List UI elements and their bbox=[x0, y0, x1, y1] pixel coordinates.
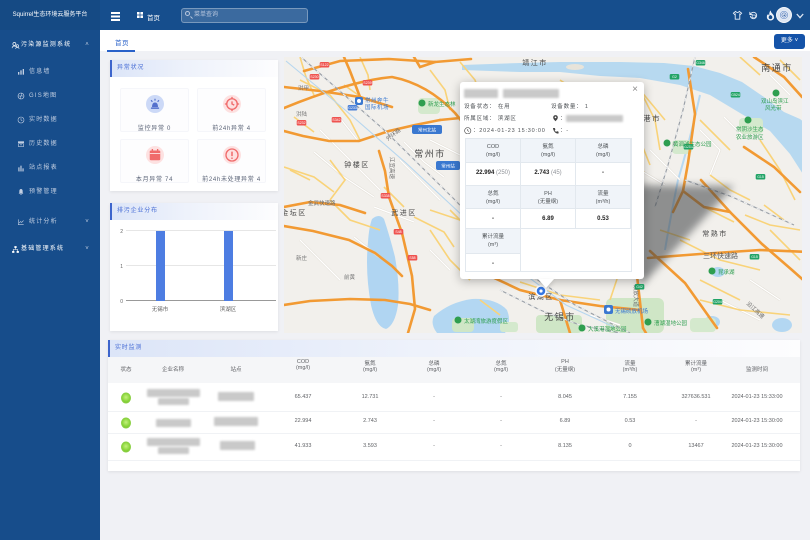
svg-text:S230: S230 bbox=[310, 75, 318, 79]
svg-text:风光带: 风光带 bbox=[765, 104, 782, 112]
svg-text:洪陆: 洪陆 bbox=[296, 110, 308, 118]
svg-text:G15: G15 bbox=[757, 175, 764, 179]
svg-text:常熟市: 常熟市 bbox=[702, 229, 728, 238]
svg-text:无锡市: 无锡市 bbox=[544, 311, 576, 322]
svg-text:漕湖湿地公园: 漕湖湿地公园 bbox=[654, 319, 688, 327]
svg-text:G42: G42 bbox=[636, 285, 643, 289]
svg-text:1: 1 bbox=[120, 264, 123, 270]
svg-text:G524: G524 bbox=[731, 93, 740, 97]
svg-text:S58: S58 bbox=[409, 256, 415, 260]
svg-text:S232: S232 bbox=[297, 121, 305, 125]
svg-text:江宜高速: 江宜高速 bbox=[388, 157, 396, 180]
svg-text:0: 0 bbox=[120, 299, 123, 305]
svg-text:G2: G2 bbox=[672, 75, 677, 79]
svg-text:无锡市: 无锡市 bbox=[152, 305, 169, 313]
svg-text:G346: G346 bbox=[696, 61, 705, 65]
svg-text:新庄: 新庄 bbox=[296, 254, 308, 262]
svg-text:S122: S122 bbox=[320, 63, 328, 67]
svg-text:常州市: 常州市 bbox=[414, 148, 446, 159]
svg-text:S48: S48 bbox=[395, 230, 401, 234]
svg-text:常阴沙生态: 常阴沙生态 bbox=[736, 125, 764, 133]
svg-text:G204: G204 bbox=[713, 300, 722, 304]
svg-text:农业旅游区: 农业旅游区 bbox=[736, 133, 764, 141]
svg-text:昆承湖: 昆承湖 bbox=[718, 268, 735, 276]
svg-text:无锡硕放机场: 无锡硕放机场 bbox=[615, 307, 649, 315]
svg-text:G233: G233 bbox=[348, 106, 357, 110]
svg-text:三环快速路: 三环快速路 bbox=[703, 251, 738, 260]
svg-text:太湖湾旅游度假区: 太湖湾旅游度假区 bbox=[464, 317, 509, 325]
svg-text:2: 2 bbox=[120, 229, 123, 235]
svg-text:滨湖区: 滨湖区 bbox=[220, 305, 237, 313]
svg-text:常州北站: 常州北站 bbox=[418, 127, 436, 134]
svg-text:国际机场: 国际机场 bbox=[365, 103, 389, 111]
svg-text:前黄: 前黄 bbox=[344, 273, 356, 281]
svg-text:钟楼区: 钟楼区 bbox=[344, 160, 370, 169]
svg-text:S239: S239 bbox=[363, 81, 371, 85]
svg-text:南通市: 南通市 bbox=[761, 62, 793, 73]
svg-text:常州奔牛: 常州奔牛 bbox=[365, 96, 389, 104]
svg-text:S342: S342 bbox=[332, 118, 340, 122]
svg-text:武进区: 武进区 bbox=[391, 208, 417, 217]
svg-text:黄泗浦生态公园: 黄泗浦生态公园 bbox=[673, 140, 712, 148]
svg-text:洪甲: 洪甲 bbox=[298, 84, 309, 92]
svg-text:双山岛滨江: 双山岛滨江 bbox=[761, 97, 789, 105]
svg-text:靖江市: 靖江市 bbox=[522, 58, 548, 67]
svg-text:金武快速路: 金武快速路 bbox=[308, 199, 336, 207]
svg-text:金坛区: 金坛区 bbox=[284, 208, 307, 217]
svg-text:S338: S338 bbox=[381, 194, 389, 198]
svg-text:大溪港湿地公园: 大溪港湿地公园 bbox=[588, 325, 627, 333]
svg-text:G15: G15 bbox=[751, 255, 758, 259]
svg-text:新龙生态林: 新龙生态林 bbox=[428, 100, 456, 108]
svg-text:常州站: 常州站 bbox=[441, 163, 455, 170]
svg-text:港市: 港市 bbox=[643, 113, 661, 123]
